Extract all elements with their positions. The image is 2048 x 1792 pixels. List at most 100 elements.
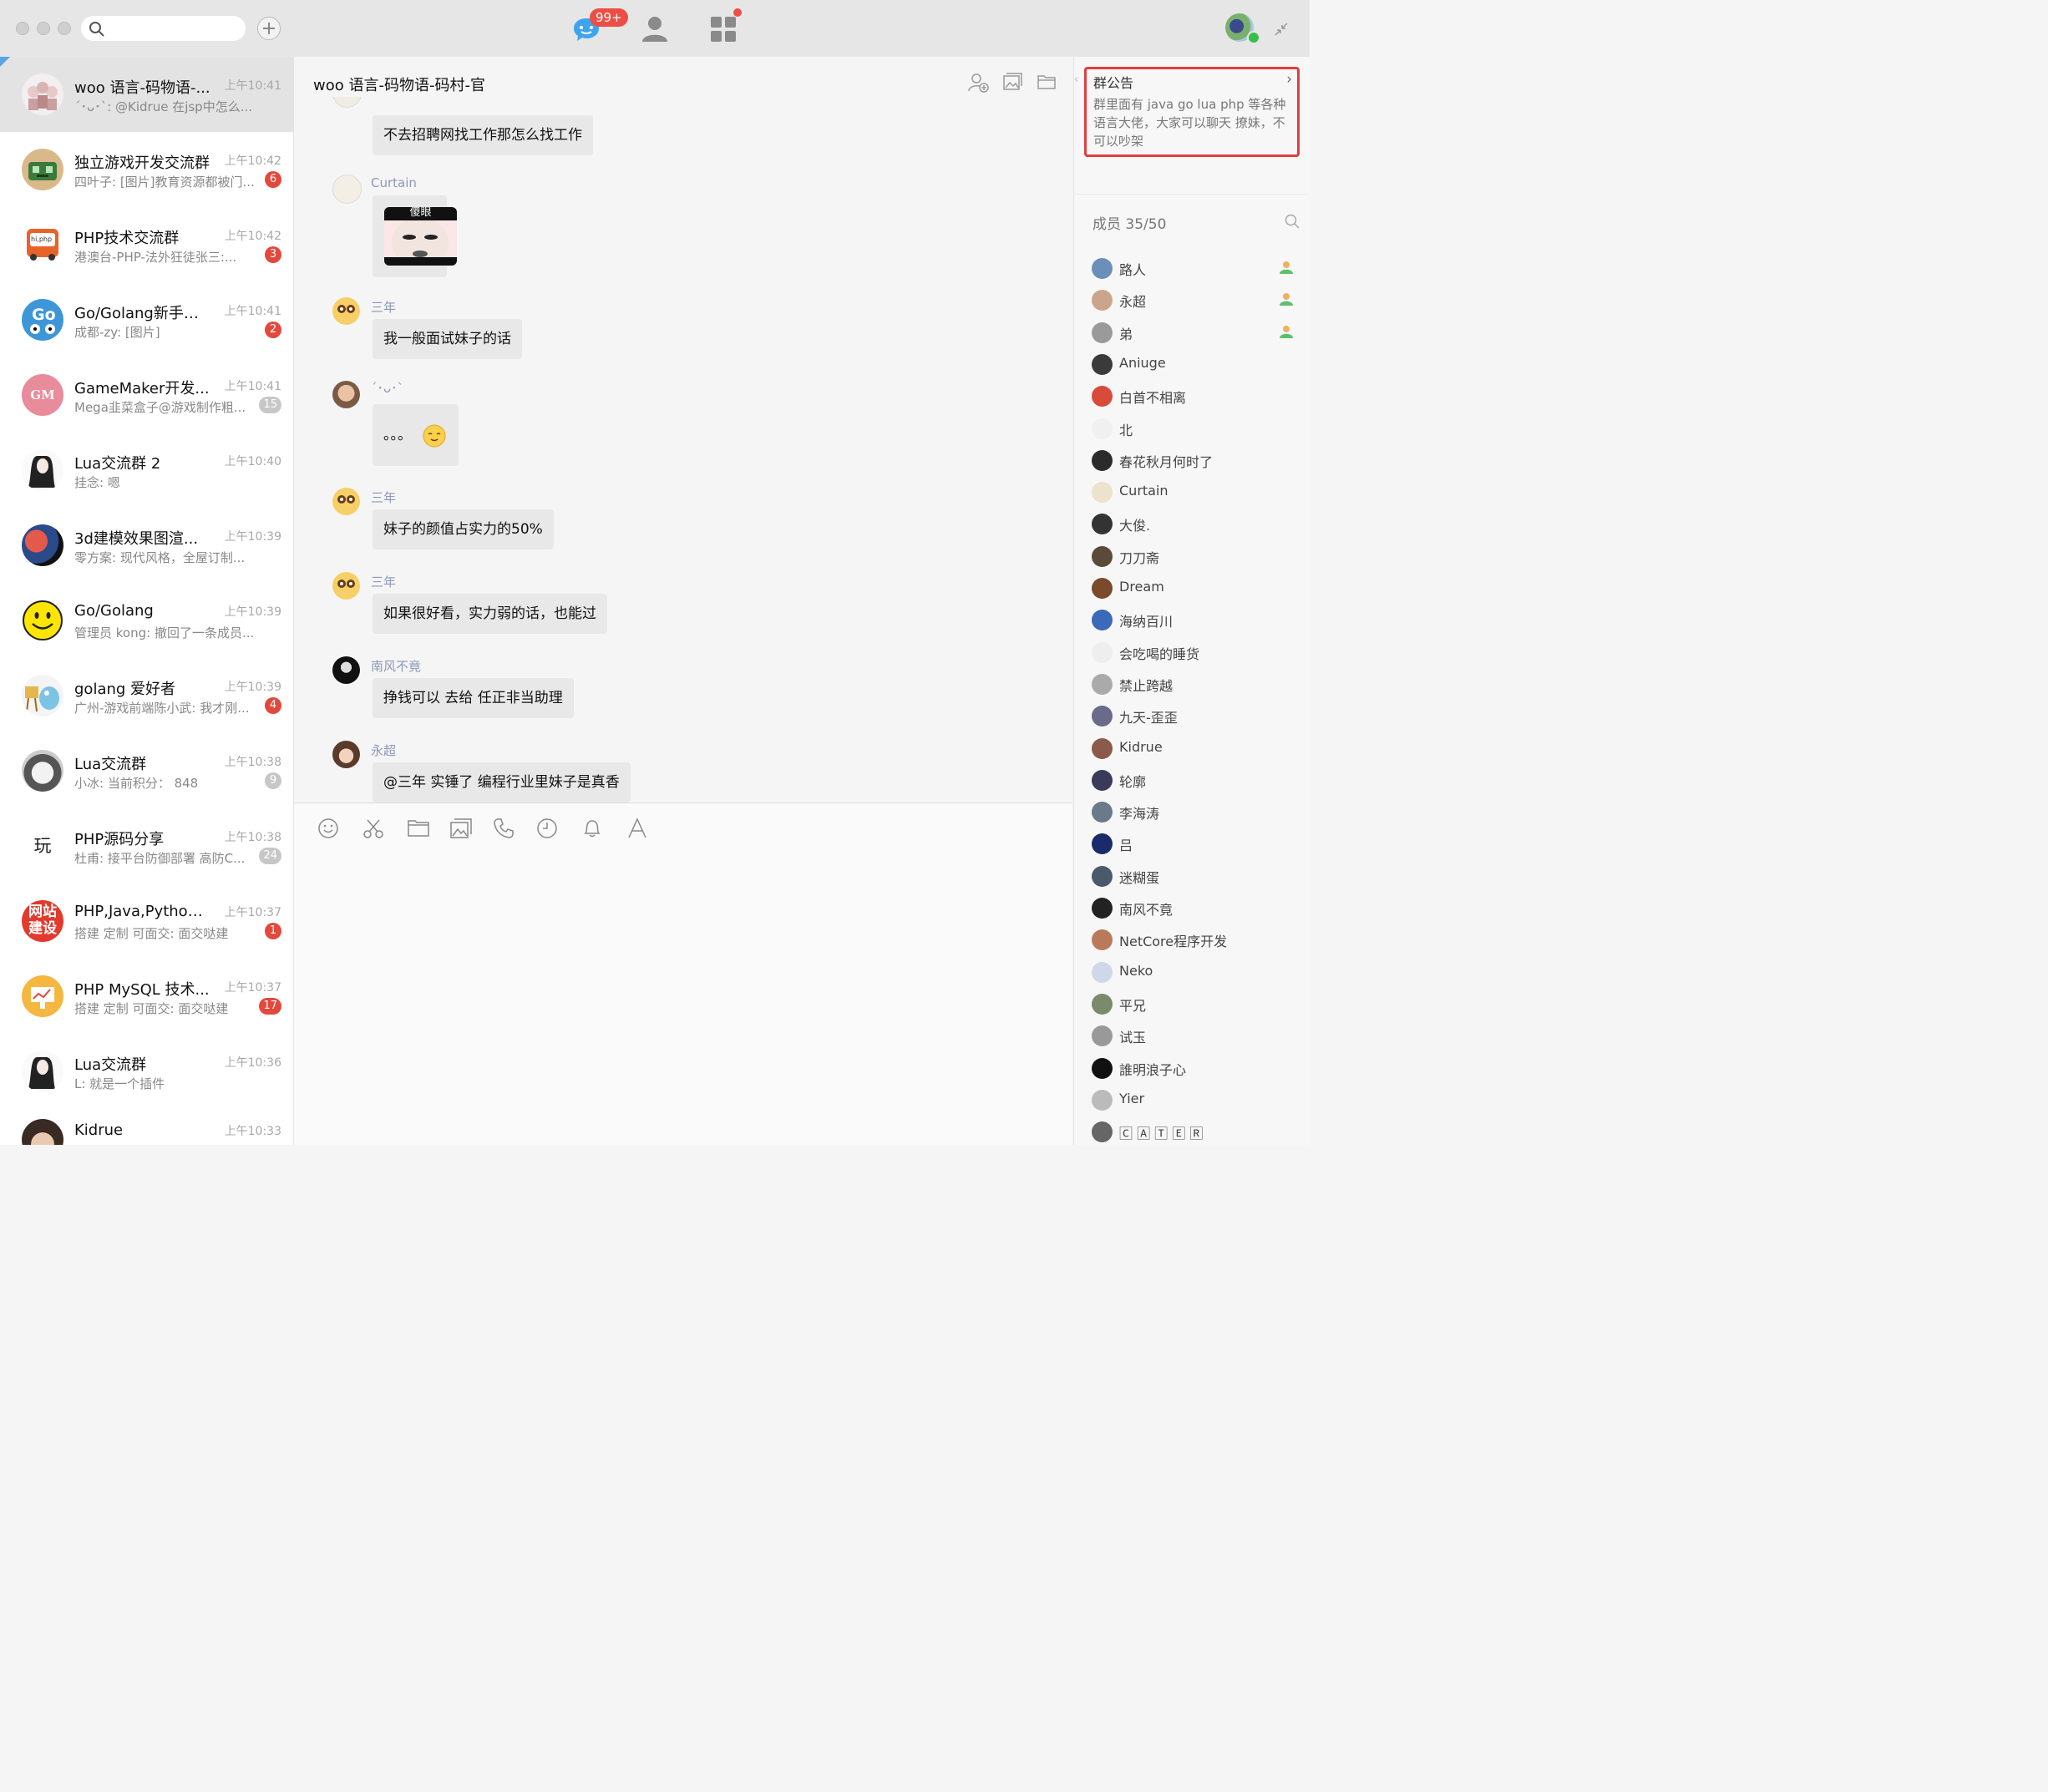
member-item[interactable]: Yier xyxy=(1092,1088,1300,1113)
admin-icon xyxy=(1280,261,1293,274)
group-avatar: 玩 xyxy=(22,825,63,867)
image-icon[interactable] xyxy=(449,818,473,839)
add-button[interactable] xyxy=(257,17,281,40)
member-avatar xyxy=(1092,514,1113,535)
apps-icon[interactable] xyxy=(710,16,737,43)
member-item[interactable]: 路人 xyxy=(1092,256,1300,281)
member-item[interactable]: 🄲 🄰 🅃 🄴 🅁 xyxy=(1092,1120,1300,1145)
member-avatar xyxy=(1092,673,1113,695)
conversation-item[interactable]: Lua交流群 上午10:38 小冰: 当前积分： 848 9 xyxy=(0,733,293,808)
conversation-title: woo 语言-码物语-... xyxy=(74,79,210,97)
conversation-item[interactable]: PHP MySQL 技术... 上午10:37 搭建 定制 可面交: 面交哒建 … xyxy=(0,959,293,1034)
member-item[interactable]: 试玉 xyxy=(1092,1024,1300,1049)
conversation-list[interactable]: woo 语言-码物语-... 上午10:41 ´･ᴗ･`: @Kidrue 在j… xyxy=(0,57,294,1145)
search-icon[interactable] xyxy=(1285,214,1300,229)
member-item[interactable]: 吕 xyxy=(1092,832,1300,857)
image-message[interactable]: 傻眼 xyxy=(373,195,457,277)
search-input[interactable] xyxy=(81,16,246,41)
member-item[interactable]: 轮廓 xyxy=(1092,768,1300,793)
phone-icon[interactable] xyxy=(493,818,515,839)
member-item[interactable]: 春花秋月何时了 xyxy=(1092,448,1300,473)
conversation-item[interactable]: 玩 PHP源码分享 上午10:38 杜甫: 接平台防御部署 高防C... 24 xyxy=(0,808,293,883)
minimize-window-button[interactable] xyxy=(37,22,50,35)
message-bubble[interactable]: 挣钱可以 去给 任正非当助理 xyxy=(373,678,574,718)
member-item[interactable]: 禁止跨越 xyxy=(1092,672,1300,697)
member-name: 海纳百川 xyxy=(1119,614,1174,630)
member-name: Neko xyxy=(1119,962,1153,979)
shrink-window-icon[interactable] xyxy=(1273,21,1290,38)
message-bubble[interactable]: 不去招聘网找工作那怎么找工作 xyxy=(373,115,593,155)
member-item[interactable]: NetCore程序开发 xyxy=(1092,928,1300,953)
add-member-icon[interactable] xyxy=(967,72,989,94)
emoji-icon[interactable] xyxy=(317,818,339,839)
conversation-preview: 搭建 定制 可面交: 面交哒建 xyxy=(74,1001,229,1016)
bell-icon[interactable] xyxy=(581,818,603,839)
member-item[interactable]: 大俊. xyxy=(1092,512,1300,537)
member-item[interactable]: 刀刀斋 xyxy=(1092,544,1300,569)
member-item[interactable]: 南风不竟 xyxy=(1092,896,1300,921)
member-item[interactable]: 平兄 xyxy=(1092,992,1300,1017)
close-window-button[interactable] xyxy=(16,22,29,35)
member-avatar xyxy=(1092,833,1113,855)
conversation-item[interactable]: Go Go/Golang新手技... 上午10:41 成都-zy: [图片] 2 xyxy=(0,282,293,357)
album-icon[interactable] xyxy=(1002,72,1022,92)
member-item[interactable]: 弟 xyxy=(1092,321,1300,346)
conversation-item[interactable]: 网站 建设 PHP,Java,Python,... 上午10:37 搭建 定制 … xyxy=(0,883,293,959)
admin-icon xyxy=(1280,325,1293,338)
member-avatar xyxy=(1092,737,1113,759)
conversation-item[interactable]: 独立游戏开发交流群 上午10:42 四叶子: [图片]教育资源都被门... 6 xyxy=(0,132,293,207)
conversation-item[interactable]: GM GameMaker开发... 上午10:41 Mega韭菜盒子@游戏制作粗… xyxy=(0,357,293,433)
conversation-item[interactable]: Lua交流群 上午10:36 L: 就是一个插件 xyxy=(0,1034,293,1109)
conversation-item[interactable]: golang 爱好者 上午10:39 广州-游戏前端陈小武: 我才刚... 4 xyxy=(0,658,293,733)
conversation-item[interactable]: hi,php PHP技术交流群 上午10:42 港澳台-PHP-法外狂徒张三:.… xyxy=(0,207,293,282)
group-avatar xyxy=(22,750,63,792)
member-item[interactable]: 誰明浪子心 xyxy=(1092,1056,1300,1081)
member-item[interactable]: Curtain xyxy=(1092,480,1300,505)
member-item[interactable]: 九天-歪歪 xyxy=(1092,704,1300,729)
group-info-panel: 群公告 › 群里面有 java go lua php 等各种语言大佬，大家可以聊… xyxy=(1073,57,1310,1145)
screenshot-scissors-icon[interactable] xyxy=(362,818,385,839)
conversation-title: Lua交流群 xyxy=(74,756,147,773)
member-avatar xyxy=(1092,1121,1113,1143)
folder-icon[interactable] xyxy=(1037,72,1057,92)
message-bubble[interactable]: 如果很好看，实力弱的话，也能过 xyxy=(373,594,607,634)
member-avatar xyxy=(1092,929,1113,951)
member-item[interactable]: Aniuge xyxy=(1092,352,1300,377)
member-name: 李海涛 xyxy=(1119,806,1160,823)
avatar-label: 建设 xyxy=(28,920,57,937)
conversation-title: Lua交流群 2 xyxy=(74,455,161,473)
message-list[interactable]: 不去招聘网找工作那怎么找工作 Curtain 傻眼 三年 我一般面试妹子的话 ´… xyxy=(294,97,1072,802)
send-file-icon[interactable] xyxy=(407,818,430,838)
message-bubble[interactable]: 妹子的颜值占实力的50% xyxy=(373,509,554,549)
zoom-window-button[interactable] xyxy=(58,22,71,35)
message-bubble[interactable]: @三年 实锤了 编程行业里妹子是真香 xyxy=(373,762,631,802)
conversation-time: 上午10:39 xyxy=(224,605,281,619)
conversation-preview: 四叶子: [图片]教育资源都被门... xyxy=(74,175,255,190)
sender-avatar xyxy=(332,97,362,108)
message-bubble[interactable]: 。。。 xyxy=(373,404,459,466)
conversation-item[interactable]: Go/Golang 上午10:39 管理员 kong: 撤回了一条成员... xyxy=(0,583,293,658)
member-item[interactable]: 李海涛 xyxy=(1092,800,1300,825)
member-item[interactable]: Neko xyxy=(1092,960,1300,985)
group-notice[interactable]: 群公告 › 群里面有 java go lua php 等各种语言大佬，大家可以聊… xyxy=(1084,67,1300,157)
sender-avatar xyxy=(332,175,362,204)
admin-icon xyxy=(1280,293,1293,306)
conversation-item[interactable]: woo 语言-码物语-... 上午10:41 ´･ᴗ･`: @Kidrue 在j… xyxy=(0,57,293,132)
message-input[interactable] xyxy=(294,803,1072,1145)
member-item[interactable]: 海纳百川 xyxy=(1092,608,1300,633)
contacts-icon[interactable] xyxy=(641,14,669,43)
member-item[interactable]: 白首不相离 xyxy=(1092,384,1300,409)
member-item[interactable]: 北 xyxy=(1092,417,1300,442)
collapse-panel-icon[interactable]: ‹ xyxy=(1074,73,1078,86)
member-item[interactable]: 迷糊蛋 xyxy=(1092,864,1300,889)
conversation-item[interactable]: 3d建模效果图渲... 上午10:39 零方案: 现代风格，全屋订制... xyxy=(0,508,293,583)
font-icon[interactable] xyxy=(626,818,648,839)
message-bubble[interactable]: 我一般面试妹子的话 xyxy=(373,319,522,359)
member-item[interactable]: Kidrue xyxy=(1092,737,1300,762)
member-item[interactable]: 永超 xyxy=(1092,288,1300,313)
member-item[interactable]: 会吃喝的睡货 xyxy=(1092,640,1300,666)
conversation-item[interactable]: Lua交流群 2 上午10:40 挂念: 嗯 xyxy=(0,433,293,508)
conversation-item[interactable]: Kidrue 上午10:33 xyxy=(0,1109,293,1145)
member-item[interactable]: Dream xyxy=(1092,576,1300,601)
history-clock-icon[interactable] xyxy=(536,818,558,839)
